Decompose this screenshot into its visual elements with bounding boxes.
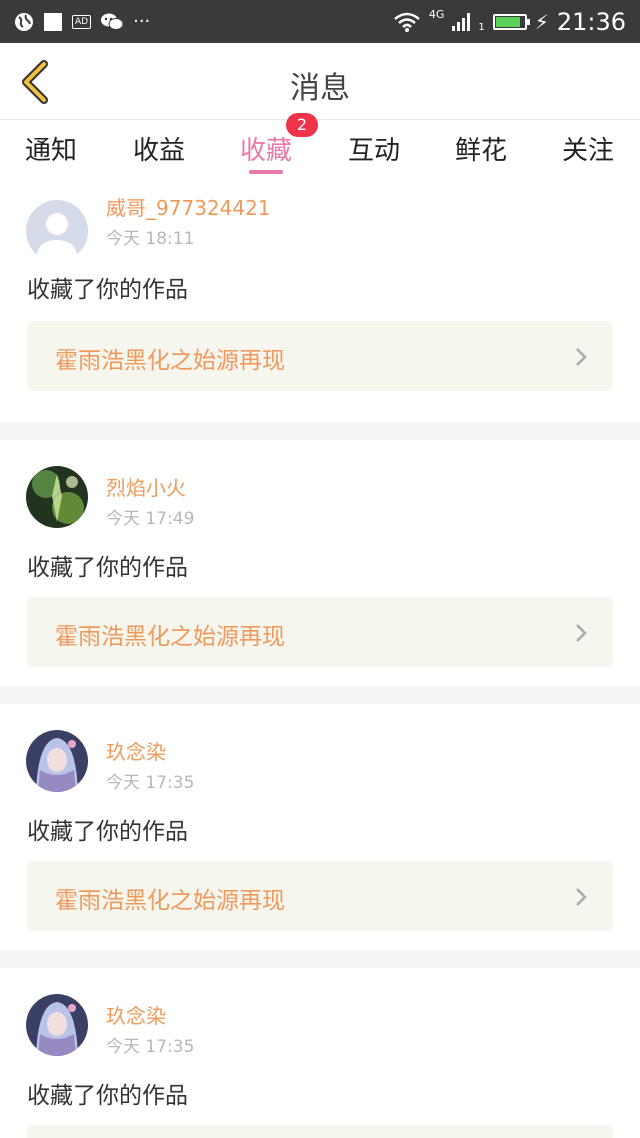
page-title: 消息 — [290, 71, 350, 106]
signal-icon — [452, 12, 471, 31]
status-bar: AD ··· 4G 1 ⚡ 21:36 — [0, 0, 640, 43]
default-avatar-icon[interactable] — [26, 200, 88, 262]
work-title: 霍雨浩黑化之始源再现 — [55, 888, 285, 914]
wechat-icon — [101, 13, 124, 30]
work-link[interactable]: 霍雨浩黑化之始源再现 — [27, 321, 613, 391]
message-text: 收藏了你的作品 — [27, 1083, 188, 1109]
network-type: 4G — [428, 8, 445, 21]
work-title: 霍雨浩黑化之始源再现 — [55, 624, 285, 650]
ad-icon: AD — [72, 14, 92, 29]
timestamp: 今天 17:49 — [106, 509, 195, 529]
square-icon — [44, 12, 62, 31]
work-link[interactable] — [27, 1125, 613, 1138]
clock: 21:36 — [556, 7, 626, 36]
message-text: 收藏了你的作品 — [27, 555, 188, 581]
user-name[interactable]: 玖念染 — [106, 1000, 166, 1029]
message-text: 收藏了你的作品 — [27, 819, 188, 845]
active-tab-indicator — [249, 170, 283, 174]
wifi-icon — [394, 12, 420, 32]
tab-flowers[interactable]: 鲜花 — [436, 130, 526, 167]
timestamp: 今天 17:35 — [106, 773, 195, 793]
user-avatar-green[interactable] — [26, 466, 88, 528]
tab-notify[interactable]: 通知 — [6, 130, 96, 167]
list-item: 玖念染 今天 17:35 收藏了你的作品 — [0, 968, 640, 1138]
favorites-count-badge: 2 — [286, 113, 318, 137]
user-name[interactable]: 烈焰小火 — [106, 472, 186, 501]
list-item: 烈焰小火 今天 17:49 收藏了你的作品 霍雨浩黑化之始源再现 — [0, 440, 640, 686]
battery-fill — [495, 16, 520, 27]
nav-bar: 消息 — [0, 43, 640, 120]
chevron-right-icon — [576, 348, 587, 366]
tab-interaction[interactable]: 互动 — [329, 130, 419, 167]
user-name[interactable]: 威哥_977324421 — [106, 192, 271, 221]
charging-icon: ⚡ — [534, 9, 549, 34]
battery-icon — [492, 13, 530, 30]
timestamp: 今天 17:35 — [106, 1037, 195, 1057]
tab-earnings[interactable]: 收益 — [114, 130, 204, 167]
status-right: 4G 1 ⚡ 21:36 — [393, 8, 626, 36]
user-avatar-anime[interactable] — [26, 730, 88, 792]
sim-slot: 1 — [478, 22, 485, 33]
more-icon: ··· — [133, 11, 151, 32]
message-text: 收藏了你的作品 — [27, 277, 188, 303]
user-name[interactable]: 玖念染 — [106, 736, 166, 765]
work-link[interactable]: 霍雨浩黑化之始源再现 — [27, 597, 613, 667]
globe-icon — [15, 12, 33, 31]
chevron-right-icon — [576, 624, 587, 642]
chevron-right-icon — [576, 888, 587, 906]
tab-bar: 通知 收益 收藏 互动 鲜花 关注 — [0, 120, 640, 178]
user-avatar-anime[interactable] — [26, 994, 88, 1056]
work-link[interactable]: 霍雨浩黑化之始源再现 — [27, 861, 613, 931]
work-title: 霍雨浩黑化之始源再现 — [55, 348, 285, 374]
tab-follow[interactable]: 关注 — [543, 130, 633, 167]
status-left: AD ··· — [14, 11, 150, 32]
list-item: 玖念染 今天 17:35 收藏了你的作品 霍雨浩黑化之始源再现 — [0, 704, 640, 950]
list-item: 威哥_977324421 今天 18:11 收藏了你的作品 霍雨浩黑化之始源再现 — [0, 178, 640, 422]
timestamp: 今天 18:11 — [106, 229, 195, 249]
